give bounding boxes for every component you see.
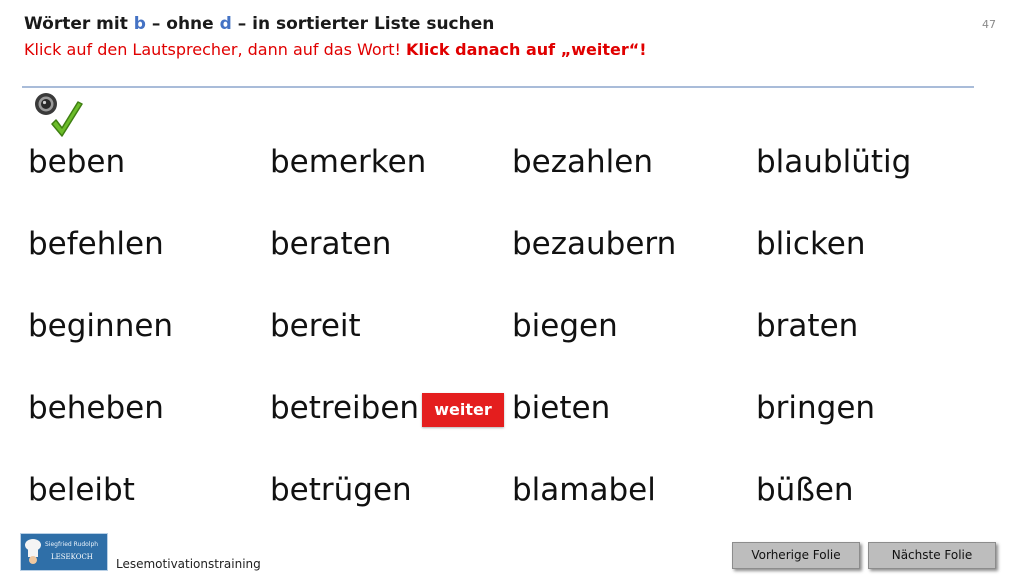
word-3-2[interactable]: bezaubern — [512, 229, 676, 260]
word-1-4[interactable]: beheben — [28, 393, 164, 424]
word-4-4[interactable]: bringen — [756, 393, 875, 424]
title-letter-b: b — [133, 14, 146, 34]
word-2-5[interactable]: betrügen — [270, 475, 412, 506]
title-letter-d: d — [219, 14, 232, 34]
previous-slide-button[interactable]: Vorherige Folie — [732, 542, 860, 569]
word-2-2[interactable]: beraten — [270, 229, 391, 260]
word-3-5[interactable]: blamabel — [512, 475, 656, 506]
word-4-3[interactable]: braten — [756, 311, 858, 342]
instruction: Klick auf den Lautsprecher, dann auf das… — [24, 40, 647, 59]
word-3-3[interactable]: biegen — [512, 311, 618, 342]
title-text-2: – ohne — [145, 14, 220, 34]
word-4-5[interactable]: büßen — [756, 475, 854, 506]
logo-subtitle: Siegfried Rudolph — [45, 541, 99, 548]
header-divider — [22, 86, 974, 88]
instruction-bold-text: Klick danach auf „weiter“! — [406, 40, 647, 59]
title-text-3: – in sortierter Liste suchen — [231, 14, 495, 34]
footer-label: Lesemotivationstraining — [116, 557, 261, 571]
next-slide-button[interactable]: Nächste Folie — [868, 542, 996, 569]
word-2-4[interactable]: betreiben — [270, 393, 419, 424]
slide-number: 47 — [982, 18, 996, 31]
word-1-1[interactable]: beben — [28, 147, 125, 178]
logo-title: LESEKOCH — [51, 553, 93, 561]
instruction-text: Klick auf den Lautsprecher, dann auf das… — [24, 40, 407, 59]
title-text-1: Wörter mit — [24, 14, 134, 34]
word-2-1[interactable]: bemerken — [270, 147, 426, 178]
slide-title: Wörter mit b – ohne d – in sortierter Li… — [24, 14, 494, 34]
word-3-4[interactable]: bieten — [512, 393, 610, 424]
word-3-1[interactable]: bezahlen — [512, 147, 653, 178]
word-1-3[interactable]: beginnen — [28, 311, 173, 342]
checkmark-icon — [51, 101, 83, 137]
word-1-5[interactable]: beleibt — [28, 475, 135, 506]
word-4-1[interactable]: blaublütig — [756, 147, 911, 178]
weiter-button[interactable]: weiter — [422, 393, 504, 427]
word-4-2[interactable]: blicken — [756, 229, 866, 260]
chef-hat-logo — [25, 539, 41, 564]
lesekoch-logo: Siegfried Rudolph LESEKOCH — [20, 533, 108, 571]
word-1-2[interactable]: befehlen — [28, 229, 164, 260]
word-2-3[interactable]: bereit — [270, 311, 361, 342]
